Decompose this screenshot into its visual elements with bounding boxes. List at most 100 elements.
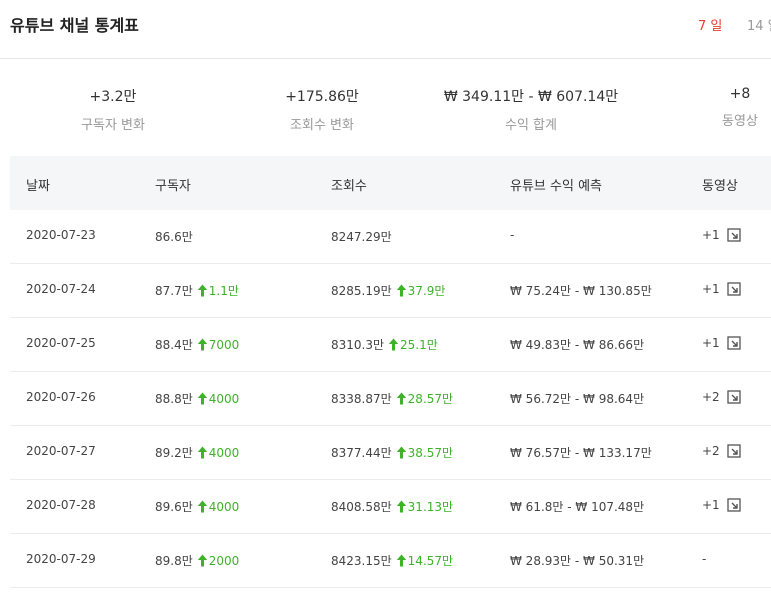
table-body: 2020-07-23 86.6만 8247.29만 - +1 2020-07-24 87.7…	[10, 210, 771, 588]
subscriber-count: 89.2만	[155, 446, 193, 460]
external-link-icon[interactable]	[727, 227, 741, 242]
views-count: 8310.3만	[331, 338, 385, 352]
row-videos: +1	[702, 228, 720, 242]
subscriber-change-label: 구독자 변화	[81, 118, 145, 133]
row-views: 8338.87만 28.57만	[331, 390, 453, 407]
table-row: 2020-07-24 87.7만 1.1만 8285.19만 37.9만 ₩ 75.24만…	[10, 264, 771, 318]
subscriber-count: 88.8만	[155, 392, 193, 406]
range-14-days-tab[interactable]: 14 일	[747, 15, 771, 34]
subscriber-count: 87.7만	[155, 284, 193, 298]
videos-value: +8	[729, 86, 751, 102]
row-videos: +1	[702, 336, 720, 350]
up-arrow-icon	[197, 500, 208, 513]
page-title: 유튜브 채널 통계표	[10, 16, 139, 35]
row-subscribers: 88.4만 7000	[155, 336, 239, 353]
up-arrow-icon	[396, 392, 407, 405]
views-change-label: 조회수 변화	[290, 118, 354, 133]
row-subscribers: 89.8만 2000	[155, 552, 239, 569]
row-date: 2020-07-29	[26, 552, 96, 566]
views-count: 8247.29만	[331, 230, 392, 244]
views-delta: 14.57만	[407, 554, 454, 568]
views-count: 8377.44만	[331, 446, 392, 460]
page-header: 유튜브 채널 통계표 7 일 14 일	[0, 0, 771, 59]
views-count: 8408.58만	[331, 500, 392, 514]
row-revenue: ₩ 61.8만 - ₩ 107.48만	[510, 500, 645, 514]
subscriber-count: 86.6만	[155, 230, 193, 244]
table-row: 2020-07-27 89.2만 4000 8377.44만 38.57만 ₩ 76.57…	[10, 426, 771, 480]
subscriber-count: 88.4만	[155, 338, 193, 352]
row-views: 8285.19만 37.9만	[331, 282, 445, 299]
table-header: 날짜 구독자 조회수 유튜브 수익 예측 동영상	[10, 156, 771, 210]
row-views: 8247.29만	[331, 228, 392, 245]
up-arrow-icon	[396, 284, 407, 297]
row-revenue: ₩ 28.93만 - ₩ 50.31만	[510, 554, 645, 568]
subscriber-delta: 4000	[208, 392, 240, 406]
row-subscribers: 88.8만 4000	[155, 390, 239, 407]
subscriber-change-value: +3.2만	[89, 89, 137, 105]
videos-stat: +8 동영상	[650, 86, 771, 129]
up-arrow-icon	[197, 338, 208, 351]
table-row: 2020-07-23 86.6만 8247.29만 - +1	[10, 210, 771, 264]
table-row: 2020-07-26 88.8만 4000 8338.87만 28.57만 ₩ 56.72…	[10, 372, 771, 426]
views-delta: 37.9만	[407, 284, 446, 298]
row-views: 8423.15만 14.57만	[331, 552, 453, 569]
up-arrow-icon	[197, 392, 208, 405]
up-arrow-icon	[396, 446, 407, 459]
subscriber-delta: 4000	[208, 446, 240, 460]
row-revenue: ₩ 56.72만 - ₩ 98.64만	[510, 392, 645, 406]
range-7-days-tab[interactable]: 7 일	[698, 15, 722, 34]
row-videos: +1	[702, 282, 720, 296]
views-count: 8423.15만	[331, 554, 392, 568]
row-revenue: ₩ 75.24만 - ₩ 130.85만	[510, 284, 652, 298]
row-views: 8377.44만 38.57만	[331, 444, 453, 461]
row-videos: +2	[702, 390, 720, 404]
revenue-total-value: ₩ 349.11만 - ₩ 607.14만	[443, 89, 619, 105]
row-date: 2020-07-28	[26, 498, 96, 512]
table-row: 2020-07-29 89.8만 2000 8423.15만 14.57만 ₩ 28.93…	[10, 534, 771, 588]
row-videos: +2	[702, 444, 720, 458]
up-arrow-icon	[197, 284, 208, 297]
table-row: 2020-07-28 89.6만 4000 8408.58만 31.13만 ₩ 61.8만…	[10, 480, 771, 534]
views-delta: 25.1만	[400, 338, 438, 352]
row-revenue: -	[510, 228, 515, 242]
views-change-value: +175.86만	[285, 89, 359, 105]
up-arrow-icon	[197, 554, 208, 567]
subscriber-count: 89.8만	[155, 554, 193, 568]
external-link-icon[interactable]	[727, 281, 741, 296]
views-count: 8338.87만	[331, 392, 392, 406]
row-date: 2020-07-25	[26, 336, 96, 350]
subscriber-delta: 7000	[208, 338, 240, 352]
external-link-icon[interactable]	[727, 335, 741, 350]
column-header-subscribers: 구독자	[155, 179, 191, 194]
row-subscribers: 86.6만	[155, 228, 193, 245]
row-revenue: ₩ 76.57만 - ₩ 133.17만	[510, 446, 652, 460]
column-header-views: 조회수	[331, 179, 367, 194]
up-arrow-icon	[396, 554, 407, 567]
subscriber-delta: 4000	[208, 500, 240, 514]
external-link-icon[interactable]	[727, 389, 741, 404]
stats-table: 날짜 구독자 조회수 유튜브 수익 예측 동영상 2020-07-23 86.6만…	[10, 156, 771, 588]
row-revenue: ₩ 49.83만 - ₩ 86.66만	[510, 338, 645, 352]
revenue-total-label: 수익 합계	[505, 118, 557, 133]
up-arrow-icon	[396, 500, 407, 513]
subscriber-delta: 1.1만	[208, 284, 239, 298]
column-header-videos: 동영상	[702, 179, 738, 194]
column-header-date: 날짜	[26, 179, 50, 194]
subscriber-count: 89.6만	[155, 500, 193, 514]
row-date: 2020-07-24	[26, 282, 96, 296]
row-subscribers: 87.7만 1.1만	[155, 282, 239, 299]
revenue-total-stat: ₩ 349.11만 - ₩ 607.14만 수익 합계	[441, 86, 621, 133]
row-date: 2020-07-23	[26, 228, 96, 242]
row-views: 8310.3만 25.1만	[331, 336, 438, 353]
views-delta: 28.57만	[407, 392, 454, 406]
external-link-icon[interactable]	[727, 443, 741, 458]
row-videos: -	[702, 552, 707, 566]
views-count: 8285.19만	[331, 284, 392, 298]
views-delta: 31.13만	[407, 500, 454, 514]
column-header-revenue: 유튜브 수익 예측	[510, 179, 602, 194]
row-date: 2020-07-27	[26, 444, 96, 458]
row-views: 8408.58만 31.13만	[331, 498, 453, 515]
row-videos: +1	[702, 498, 720, 512]
external-link-icon[interactable]	[727, 497, 741, 512]
row-subscribers: 89.6만 4000	[155, 498, 239, 515]
